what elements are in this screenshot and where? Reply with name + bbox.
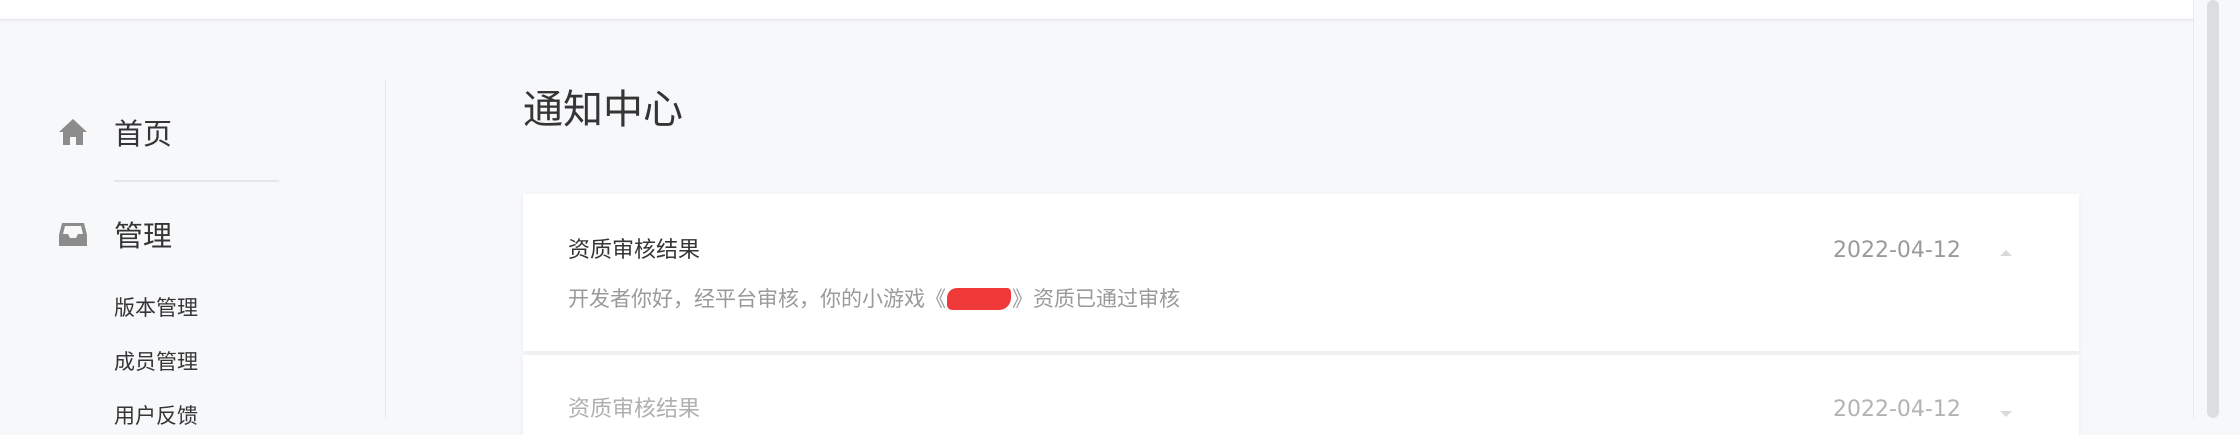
sidebar-item-manage[interactable]: 管理 [56, 214, 172, 254]
scrollbar-thumb[interactable] [2207, 0, 2219, 418]
page-title: 通知中心 [523, 87, 683, 133]
top-header-bar [0, 0, 2194, 20]
sidebar-item-manage-label: 管理 [114, 219, 173, 253]
vertical-scrollbar[interactable] [2193, 0, 2240, 418]
sidebar-divider [114, 180, 279, 182]
sidebar-item-user-feedback[interactable]: 用户反馈 [114, 402, 198, 430]
sidebar-item-member-management[interactable]: 成员管理 [114, 348, 198, 376]
notification-body-suffix: 》资质已通过审核 [1012, 287, 1180, 311]
redaction-mark [947, 288, 1011, 310]
notification-date: 2022-04-12 [1833, 238, 1961, 263]
notification-body-prefix: 开发者你好，经平台审核，你的小游戏《 [568, 287, 946, 311]
notification-card[interactable]: 资质审核结果 2022-04-12 [523, 355, 2079, 435]
sidebar-item-home-label: 首页 [114, 117, 173, 151]
sidebar-item-version-management[interactable]: 版本管理 [114, 294, 198, 322]
home-icon [56, 115, 90, 149]
notification-title: 资质审核结果 [568, 397, 701, 422]
notification-card[interactable]: 资质审核结果 2022-04-12 开发者你好，经平台审核，你的小游戏《 》资质已… [523, 194, 2079, 351]
chevron-down-icon[interactable] [1998, 405, 2014, 417]
sidebar: 首页 管理 版本管理 成员管理 用户反馈 [0, 80, 386, 428]
sidebar-item-home[interactable]: 首页 [56, 112, 172, 152]
notification-body: 开发者你好，经平台审核，你的小游戏《 》资质已通过审核 [568, 284, 1180, 314]
notification-title: 资质审核结果 [568, 238, 701, 263]
chevron-up-icon[interactable] [1998, 244, 2014, 256]
notification-date: 2022-04-12 [1833, 397, 1961, 422]
inbox-icon [56, 217, 90, 251]
